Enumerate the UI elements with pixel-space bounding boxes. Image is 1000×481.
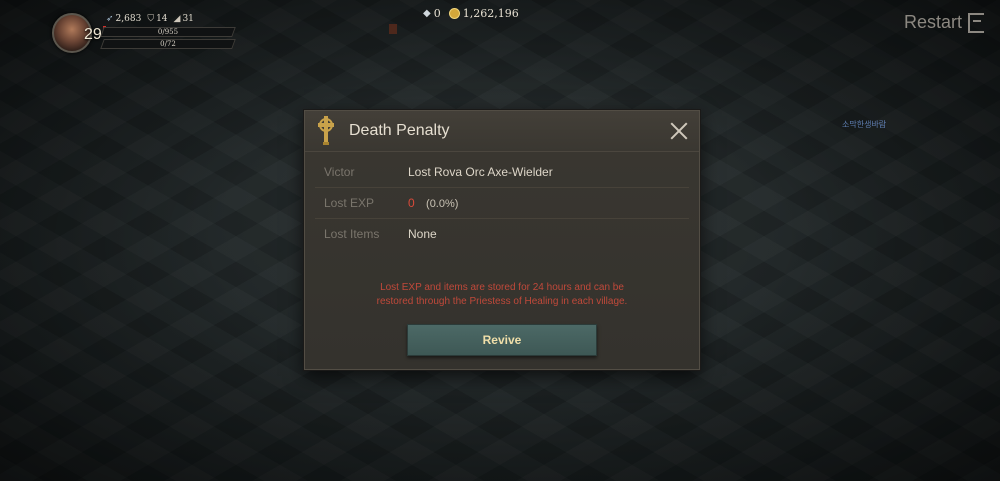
detail-row-lost-exp: Lost EXP 0 (0.0%) [315,188,689,219]
resource-bars: 0/955 0/72 [100,27,236,51]
revive-button[interactable]: Revive [407,324,597,356]
diamond-icon: ◆ [423,8,431,19]
world-label: 소막한생바람 [842,120,887,129]
character-level: 29 [84,26,102,43]
coin-icon [448,8,460,19]
death-penalty-dialog: Death Penalty Victor Lost Rova Orc Axe-W… [304,110,700,370]
notice-line-1: Lost EXP and items are stored for 24 hou… [380,282,624,293]
penalty-details: Victor Lost Rova Orc Axe-Wielder Lost EX… [315,157,689,249]
notice-line-2: restored through the Priestess of Healin… [376,296,628,307]
lost-exp-value-group: 0 (0.0%) [408,196,458,210]
gold-counter: 1,262,196 [448,7,519,20]
world-marker [389,24,397,34]
stat-power: ➶ 2,683 [106,14,141,24]
gold-value: 1,262,196 [462,7,519,20]
mp-text: 0/72 [160,40,176,48]
stat-power-value: 2,683 [115,14,142,24]
stat-speed: ◢ 31 [174,14,194,24]
restore-notice: Lost EXP and items are stored for 24 hou… [305,281,699,309]
currency-bar: ◆ 0 1,262,196 [423,7,519,20]
victor-value: Lost Rova Orc Axe-Wielder [408,165,553,179]
lost-exp-percent: (0.0%) [426,198,459,210]
dialog-title: Death Penalty [349,122,450,139]
stat-defense: ⛉ 14 [147,14,167,24]
feather-icon: ➶ [106,14,114,24]
lost-items-value: None [408,227,437,241]
close-icon[interactable] [670,122,688,140]
boot-icon: ◢ [173,14,181,24]
helmet-icon: ⛉ [147,14,155,24]
restart-label: Restart [903,12,962,32]
celtic-cross-icon [318,116,334,145]
victor-label: Victor [324,165,355,179]
detail-row-victor: Victor Lost Rova Orc Axe-Wielder [315,157,689,188]
detail-row-lost-items: Lost Items None [315,219,689,249]
exit-icon [968,12,984,33]
mp-bar: 0/72 [100,39,236,49]
lost-exp-label: Lost EXP [324,196,375,210]
gems-counter: ◆ 0 [423,7,441,20]
lost-items-label: Lost Items [324,227,380,241]
gems-value: 0 [433,7,441,20]
hp-text: 0/955 [157,28,179,36]
character-stats: ➶ 2,683 ⛉ 14 ◢ 31 [106,14,194,24]
dialog-header: Death Penalty [305,111,699,152]
lost-exp-value: 0 [408,196,415,210]
stat-speed-value: 31 [182,14,194,24]
restart-button[interactable]: Restart [904,12,984,33]
stat-defense-value: 14 [156,14,168,24]
hp-bar: 0/955 [100,27,236,37]
